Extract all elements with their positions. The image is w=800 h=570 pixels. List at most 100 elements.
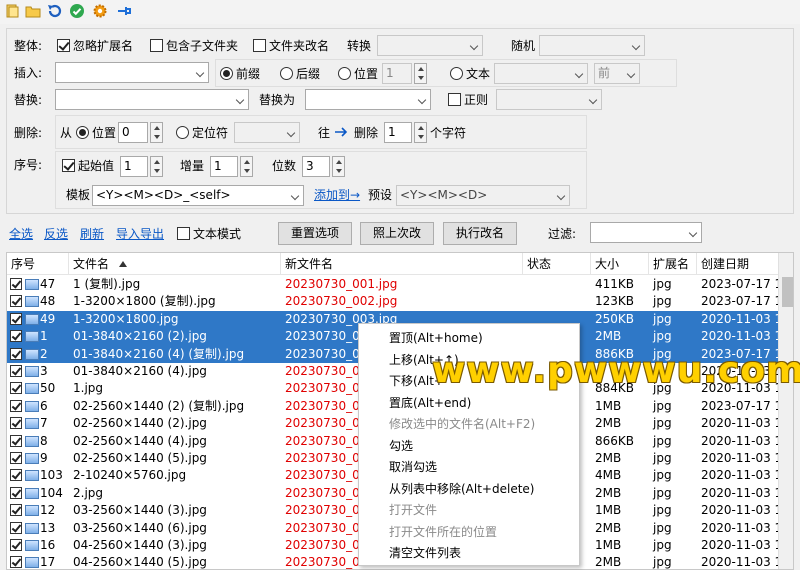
delete-position-stepper[interactable] [150, 122, 163, 143]
row-checkbox[interactable] [10, 504, 22, 517]
row-checkbox[interactable] [10, 330, 22, 343]
insert-position-stepper[interactable] [414, 63, 427, 84]
execute-rename-button[interactable]: 执行改名 [443, 222, 517, 245]
cell-no: 17 [40, 555, 56, 570]
replace-input[interactable] [55, 89, 249, 110]
include-sub-checkbox[interactable] [150, 39, 163, 52]
cell-date: 2020-11-03 1 [701, 520, 779, 535]
seq-label: 序号: [14, 158, 43, 172]
undo-icon[interactable] [46, 3, 62, 19]
cell-name: 04-2560×1440 (3).jpg [73, 538, 207, 552]
insert-input[interactable] [55, 62, 209, 83]
add-to-preset-link[interactable]: 添加到→ [314, 187, 360, 203]
cell-name: 01-3840×2160 (4) (复制).jpg [73, 346, 245, 361]
row-checkbox[interactable] [10, 382, 22, 395]
cell-ext: jpg [653, 277, 672, 291]
insert-suffix-radio[interactable] [280, 67, 293, 80]
confirm-icon[interactable] [69, 3, 85, 19]
delete-position-radio[interactable] [76, 126, 89, 139]
start-checkbox[interactable] [62, 159, 75, 172]
insert-text-radio[interactable] [450, 67, 463, 80]
open-folder-icon[interactable] [25, 3, 41, 19]
text-mode-checkbox[interactable] [177, 227, 190, 240]
cell-name: 1.jpg [73, 381, 104, 396]
refresh-link[interactable]: 刷新 [80, 226, 104, 242]
insert-prefix-radio[interactable] [220, 67, 233, 80]
pin-icon[interactable] [116, 3, 132, 19]
insert-position-radio[interactable] [338, 67, 351, 80]
insert-suffix-label: 后缀 [296, 67, 321, 81]
row-checkbox[interactable] [10, 295, 22, 308]
same-as-last-button[interactable]: 照上次改 [360, 222, 434, 245]
menu-item[interactable]: 置顶(Alt+home) [389, 328, 483, 348]
digits-stepper[interactable] [332, 156, 345, 177]
select-all-link[interactable]: 全选 [9, 226, 33, 242]
menu-item[interactable]: 从列表中移除(Alt+delete) [389, 479, 534, 499]
row-checkbox[interactable] [10, 452, 22, 464]
random-label: 随机 [511, 39, 536, 53]
column-header-no[interactable]: 序号 [7, 253, 69, 275]
delete-locator-select[interactable] [234, 122, 300, 143]
direction-arrow-icon[interactable] [334, 127, 348, 137]
random-select[interactable] [539, 35, 645, 56]
table-row[interactable]: 48 1-3200×1800 (复制).jpg 20230730_002.jpg 12… [7, 293, 793, 310]
import-export-link[interactable]: 导入导出 [116, 226, 164, 242]
row-checkbox[interactable] [10, 365, 22, 377]
ignore-ext-checkbox[interactable] [57, 39, 70, 52]
increment-input[interactable]: 1 [210, 156, 238, 177]
cell-no: 3 [40, 364, 48, 378]
row-checkbox[interactable] [10, 347, 22, 360]
row-checkbox[interactable] [10, 417, 22, 430]
row-checkbox[interactable] [10, 312, 22, 325]
column-header-size[interactable]: 大小 [591, 253, 649, 275]
table-row[interactable]: 47 1 (复制).jpg 20230730_001.jpg 411KB jpg 2023… [7, 276, 793, 293]
delete-position-input[interactable]: 0 [118, 122, 148, 143]
invert-selection-link[interactable]: 反选 [44, 226, 68, 242]
digits-input[interactable]: 3 [302, 156, 330, 177]
column-header-ext[interactable]: 扩展名 [649, 253, 697, 275]
row-checkbox[interactable] [10, 539, 22, 551]
menu-item[interactable]: 清空文件列表 [389, 543, 461, 563]
menu-item[interactable]: 置底(Alt+end) [389, 393, 471, 413]
menu-item[interactable]: 勾选 [389, 436, 413, 456]
regex-checkbox[interactable] [448, 93, 461, 106]
insert-side-select[interactable]: 前 [594, 63, 640, 84]
template-input[interactable]: <Y><M><D>_<self> [92, 185, 304, 206]
reset-options-button[interactable]: 重置选项 [278, 222, 352, 245]
scrollbar-thumb[interactable] [782, 277, 793, 307]
column-header-status[interactable]: 状态 [523, 253, 591, 275]
delete-count-input[interactable]: 1 [384, 122, 412, 143]
filter-select[interactable] [590, 222, 702, 243]
cell-name: 01-3840×2160 (4).jpg [73, 364, 207, 378]
chevron-down-icon [628, 36, 642, 55]
delete-locator-radio[interactable] [176, 126, 189, 139]
folder-rename-checkbox[interactable] [253, 39, 266, 52]
regex-select[interactable] [496, 89, 602, 110]
row-checkbox[interactable] [10, 469, 22, 482]
start-input[interactable]: 1 [120, 156, 148, 177]
cell-no: 9 [40, 451, 48, 465]
cell-name: 02-2560×1440 (2) (复制).jpg [73, 398, 245, 413]
convert-select[interactable] [377, 35, 483, 56]
cell-new: 20230730_001.jpg [285, 277, 398, 291]
column-header-name[interactable]: 文件名 [69, 253, 281, 275]
vertical-scrollbar[interactable] [778, 253, 793, 569]
row-checkbox[interactable] [10, 521, 22, 534]
open-files-icon[interactable] [4, 3, 20, 19]
row-checkbox[interactable] [10, 278, 22, 290]
row-checkbox[interactable] [10, 556, 22, 569]
delete-count-stepper[interactable] [414, 122, 427, 143]
row-checkbox[interactable] [10, 399, 22, 412]
increment-stepper[interactable] [240, 156, 253, 177]
row-checkbox[interactable] [10, 434, 22, 447]
delete-from-label: 从 [60, 126, 73, 140]
replace-with-input[interactable] [305, 89, 431, 110]
column-header-new-name[interactable]: 新文件名 [281, 253, 523, 275]
preset-select[interactable]: <Y><M><D> [396, 185, 570, 206]
menu-item[interactable]: 取消勾选 [389, 457, 437, 477]
row-checkbox[interactable] [10, 486, 22, 499]
settings-gear-icon[interactable] [92, 3, 108, 19]
insert-position-input[interactable]: 1 [382, 63, 412, 84]
start-stepper[interactable] [150, 156, 163, 177]
insert-text-select[interactable] [494, 63, 588, 84]
